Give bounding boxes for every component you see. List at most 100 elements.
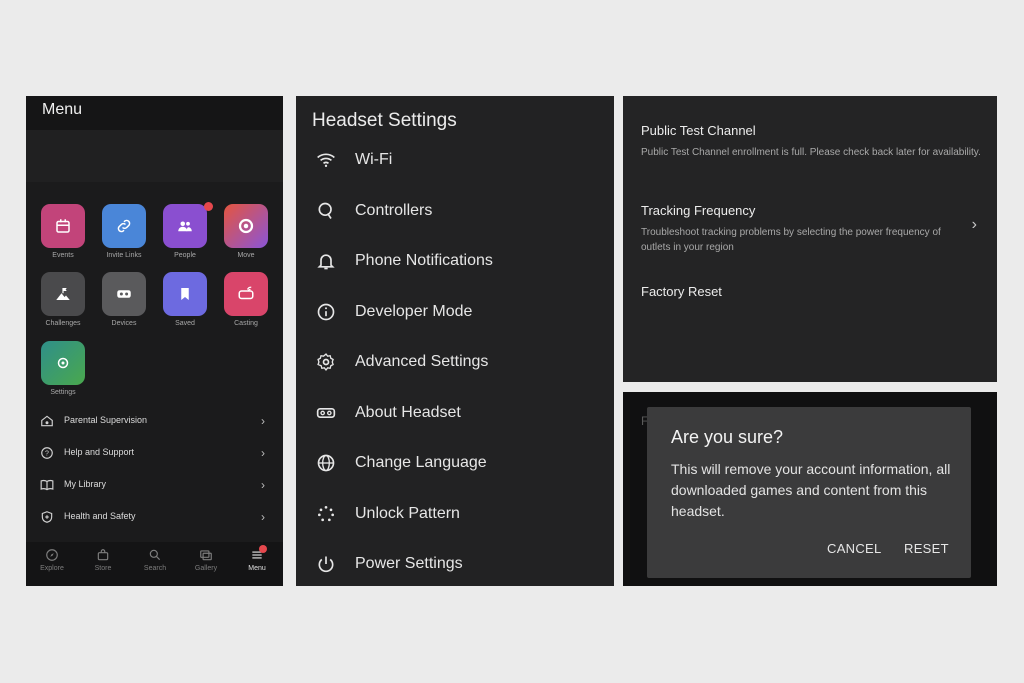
cast-icon bbox=[238, 286, 254, 300]
tile-label: Casting bbox=[234, 320, 258, 327]
nav-label: Explore bbox=[40, 565, 64, 572]
tile-settings[interactable] bbox=[41, 341, 85, 385]
row-parental-supervision[interactable]: Parental Supervision › bbox=[26, 406, 283, 436]
wifi-icon bbox=[317, 153, 335, 167]
notification-badge bbox=[259, 545, 267, 553]
settings-item-about-headset[interactable]: About Headset bbox=[296, 393, 614, 433]
settings-item-label: About Headset bbox=[355, 404, 461, 421]
tile-events[interactable] bbox=[41, 204, 85, 248]
chevron-right-icon: › bbox=[261, 446, 265, 460]
row-label: My Library bbox=[64, 479, 107, 489]
settings-item-developer-mode[interactable]: Developer Mode bbox=[296, 292, 614, 332]
row-label: Health and Safety bbox=[64, 511, 136, 521]
nav-menu[interactable]: Menu bbox=[232, 548, 282, 572]
dialog-title: Are you sure? bbox=[671, 427, 784, 447]
menu-title: Menu bbox=[42, 101, 83, 118]
cancel-button[interactable]: CANCEL bbox=[827, 541, 882, 556]
tracking-frequency-description: Troubleshoot tracking problems by select… bbox=[641, 227, 941, 253]
public-test-channel-description: Public Test Channel enrollment is full. … bbox=[641, 147, 981, 158]
menu-header: Menu bbox=[26, 96, 283, 130]
tracking-frequency-title[interactable]: Tracking Frequency bbox=[641, 203, 755, 218]
notification-badge bbox=[204, 202, 213, 211]
link-icon bbox=[117, 219, 131, 233]
confirm-dialog: Are you sure? This will remove your acco… bbox=[647, 407, 971, 578]
nav-label: Store bbox=[94, 565, 112, 572]
calendar-icon bbox=[56, 219, 70, 233]
settings-item-label: Change Language bbox=[355, 454, 487, 471]
bookmark-icon bbox=[181, 288, 189, 300]
vr-headset-icon bbox=[316, 408, 336, 418]
nav-search[interactable]: Search bbox=[130, 548, 180, 572]
tile-people[interactable] bbox=[163, 204, 207, 248]
chevron-right-icon: › bbox=[261, 510, 265, 524]
nav-gallery[interactable]: Gallery bbox=[181, 548, 231, 572]
nav-explore[interactable]: Explore bbox=[27, 548, 77, 572]
settings-item-label: Unlock Pattern bbox=[355, 505, 460, 522]
chevron-right-icon: › bbox=[261, 478, 265, 492]
settings-item-label: Wi-Fi bbox=[355, 151, 393, 168]
row-label: Parental Supervision bbox=[64, 415, 148, 425]
settings-item-label: Advanced Settings bbox=[355, 353, 489, 370]
home-shield-icon bbox=[41, 415, 53, 427]
settings-item-controllers[interactable]: Controllers bbox=[296, 191, 614, 231]
advanced-settings-panel: Public Test Channel Public Test Channel … bbox=[623, 96, 997, 382]
tile-move[interactable] bbox=[224, 204, 268, 248]
settings-item-label: Developer Mode bbox=[355, 303, 473, 320]
row-health-and-safety[interactable]: Health and Safety › bbox=[26, 502, 283, 532]
row-label: Help and Support bbox=[64, 447, 135, 457]
confirm-dialog-panel: F Are you sure? This will remove your ac… bbox=[623, 392, 997, 586]
settings-item-wifi[interactable]: Wi-Fi bbox=[296, 140, 614, 180]
bell-icon bbox=[317, 254, 335, 270]
tile-invite-links[interactable] bbox=[102, 204, 146, 248]
dialog-body: This will remove your account informatio… bbox=[671, 461, 951, 519]
globe-icon bbox=[317, 454, 335, 472]
tile-label: Saved bbox=[175, 320, 195, 327]
settings-item-change-language[interactable]: Change Language bbox=[296, 443, 614, 483]
svg-text:?: ? bbox=[45, 451, 49, 458]
vr-headset-icon bbox=[117, 290, 131, 298]
tile-label: Challenges bbox=[45, 320, 81, 327]
tile-label: Events bbox=[52, 252, 74, 259]
tile-casting[interactable] bbox=[224, 272, 268, 316]
book-icon bbox=[40, 479, 54, 491]
nav-store[interactable]: Store bbox=[78, 548, 128, 572]
help-icon: ? bbox=[41, 447, 53, 459]
headset-settings-panel: Headset Settings Wi-Fi Controllers Phone… bbox=[296, 96, 614, 586]
tile-label: Settings bbox=[50, 389, 76, 396]
ring-icon bbox=[238, 218, 254, 234]
store-icon bbox=[97, 549, 109, 561]
tile-label: Move bbox=[237, 252, 255, 259]
tile-saved[interactable] bbox=[163, 272, 207, 316]
factory-reset-item[interactable]: Factory Reset bbox=[641, 284, 722, 299]
settings-item-phone-notifications[interactable]: Phone Notifications bbox=[296, 241, 614, 281]
settings-item-label: Phone Notifications bbox=[355, 252, 493, 269]
chevron-right-icon: › bbox=[261, 414, 265, 428]
tile-devices[interactable] bbox=[102, 272, 146, 316]
chevron-right-icon[interactable]: › bbox=[972, 216, 977, 234]
settings-item-unlock-pattern[interactable]: Unlock Pattern bbox=[296, 494, 614, 534]
gear-icon bbox=[317, 353, 334, 371]
profile-band bbox=[26, 130, 283, 182]
nav-label: Menu bbox=[248, 565, 266, 572]
reset-button[interactable]: RESET bbox=[904, 541, 949, 556]
settings-item-label: Power Settings bbox=[355, 555, 463, 572]
row-my-library[interactable]: My Library › bbox=[26, 470, 283, 500]
settings-item-label: Controllers bbox=[355, 202, 433, 219]
mountain-flag-icon bbox=[56, 288, 70, 300]
tile-label: Invite Links bbox=[106, 252, 142, 259]
page-title: Headset Settings bbox=[312, 110, 457, 131]
public-test-channel-title[interactable]: Public Test Channel bbox=[641, 123, 756, 138]
controller-icon bbox=[318, 202, 332, 219]
row-help-and-support[interactable]: ? Help and Support › bbox=[26, 438, 283, 468]
shield-icon bbox=[41, 511, 53, 523]
settings-item-power-settings[interactable]: Power Settings bbox=[296, 544, 614, 584]
search-icon bbox=[149, 549, 161, 561]
nav-label: Gallery bbox=[194, 565, 218, 572]
gallery-icon bbox=[200, 550, 212, 561]
tile-label: Devices bbox=[111, 320, 137, 327]
compass-icon bbox=[46, 549, 58, 561]
settings-item-advanced-settings[interactable]: Advanced Settings bbox=[296, 342, 614, 382]
power-icon bbox=[318, 556, 334, 573]
people-icon bbox=[178, 221, 192, 232]
tile-challenges[interactable] bbox=[41, 272, 85, 316]
